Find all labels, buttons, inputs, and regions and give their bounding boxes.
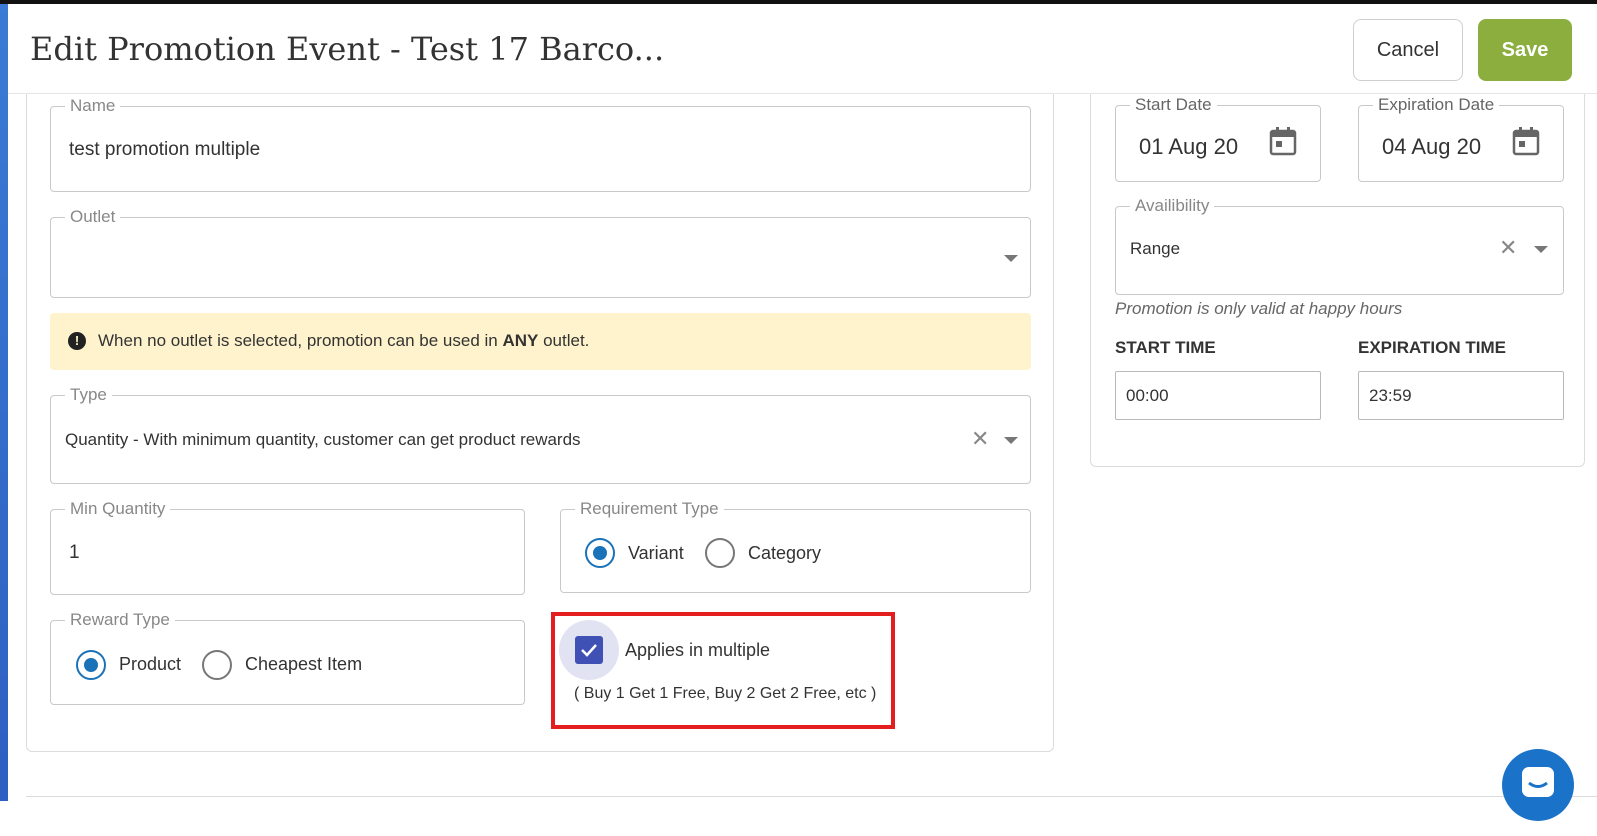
type-select[interactable]: Type Quantity - With minimum quantity, c… [50, 385, 1031, 484]
radio-product[interactable] [76, 650, 106, 680]
start-time-value: 00:00 [1126, 386, 1169, 405]
availability-note: Promotion is only valid at happy hours [1115, 299, 1403, 318]
next-section-card [26, 796, 1597, 836]
availability-label: Availibility [1130, 196, 1215, 216]
expiration-date-field[interactable]: Expiration Date 04 Aug 20 [1358, 95, 1564, 182]
name-label: Name [65, 96, 121, 116]
start-date-field[interactable]: Start Date 01 Aug 20 [1115, 95, 1321, 182]
requirement-type-label: Requirement Type [575, 499, 724, 519]
info-icon: ! [68, 332, 86, 350]
radio-cheapest-item-label[interactable]: Cheapest Item [245, 654, 362, 675]
expiration-date-label: Expiration Date [1373, 95, 1500, 115]
radio-variant[interactable] [585, 538, 615, 568]
chevron-down-icon[interactable] [1004, 255, 1018, 262]
expiration-time-input[interactable]: 23:59 [1358, 371, 1564, 420]
start-time-input[interactable]: 00:00 [1115, 371, 1321, 420]
expiration-date-value: 04 Aug 20 [1382, 134, 1482, 159]
expiration-time-value: 23:59 [1369, 386, 1412, 405]
chevron-down-icon[interactable] [1534, 246, 1548, 253]
min-quantity-label: Min Quantity [65, 499, 171, 519]
chevron-down-icon[interactable] [1004, 437, 1018, 444]
cancel-button[interactable]: Cancel [1353, 19, 1463, 81]
name-value: test promotion multiple [69, 139, 261, 160]
type-label: Type [65, 385, 112, 405]
min-quantity-field[interactable]: Min Quantity 1 [50, 499, 525, 595]
radio-cheapest-item[interactable] [202, 650, 232, 680]
calendar-icon[interactable] [1269, 126, 1297, 156]
reward-type-label: Reward Type [65, 610, 175, 630]
min-quantity-value: 1 [69, 542, 80, 563]
left-accent-bar [0, 4, 8, 801]
notice-text: When no outlet is selected, promotion ca… [98, 331, 590, 350]
availability-select[interactable]: Availibility Range ✕ [1115, 196, 1564, 295]
type-value: Quantity - With minimum quantity, custom… [65, 430, 581, 449]
page-header: Edit Promotion Event - Test 17 Barco... … [8, 4, 1597, 94]
radio-category-label[interactable]: Category [748, 543, 821, 564]
highlight-box [551, 612, 895, 729]
calendar-icon[interactable] [1512, 126, 1540, 156]
start-time-label: START TIME [1115, 338, 1216, 357]
availability-value: Range [1130, 239, 1181, 258]
radio-product-label[interactable]: Product [119, 654, 181, 675]
outlet-label: Outlet [65, 207, 121, 227]
start-date-value: 01 Aug 20 [1139, 134, 1239, 159]
outlet-select[interactable]: Outlet [50, 207, 1031, 298]
radio-variant-label[interactable]: Variant [628, 543, 684, 564]
chat-widget-button[interactable] [1502, 749, 1574, 821]
radio-category[interactable] [705, 538, 735, 568]
expiration-time-label: EXPIRATION TIME [1358, 338, 1506, 357]
close-icon[interactable]: ✕ [971, 428, 989, 450]
outlet-notice: ! When no outlet is selected, promotion … [50, 313, 1031, 370]
name-field[interactable]: Name test promotion multiple [50, 96, 1031, 192]
chat-icon [1522, 767, 1554, 797]
start-date-label: Start Date [1130, 95, 1217, 115]
page-title: Edit Promotion Event - Test 17 Barco... [30, 30, 665, 68]
save-button[interactable]: Save [1478, 19, 1572, 81]
close-icon[interactable]: ✕ [1499, 237, 1517, 259]
